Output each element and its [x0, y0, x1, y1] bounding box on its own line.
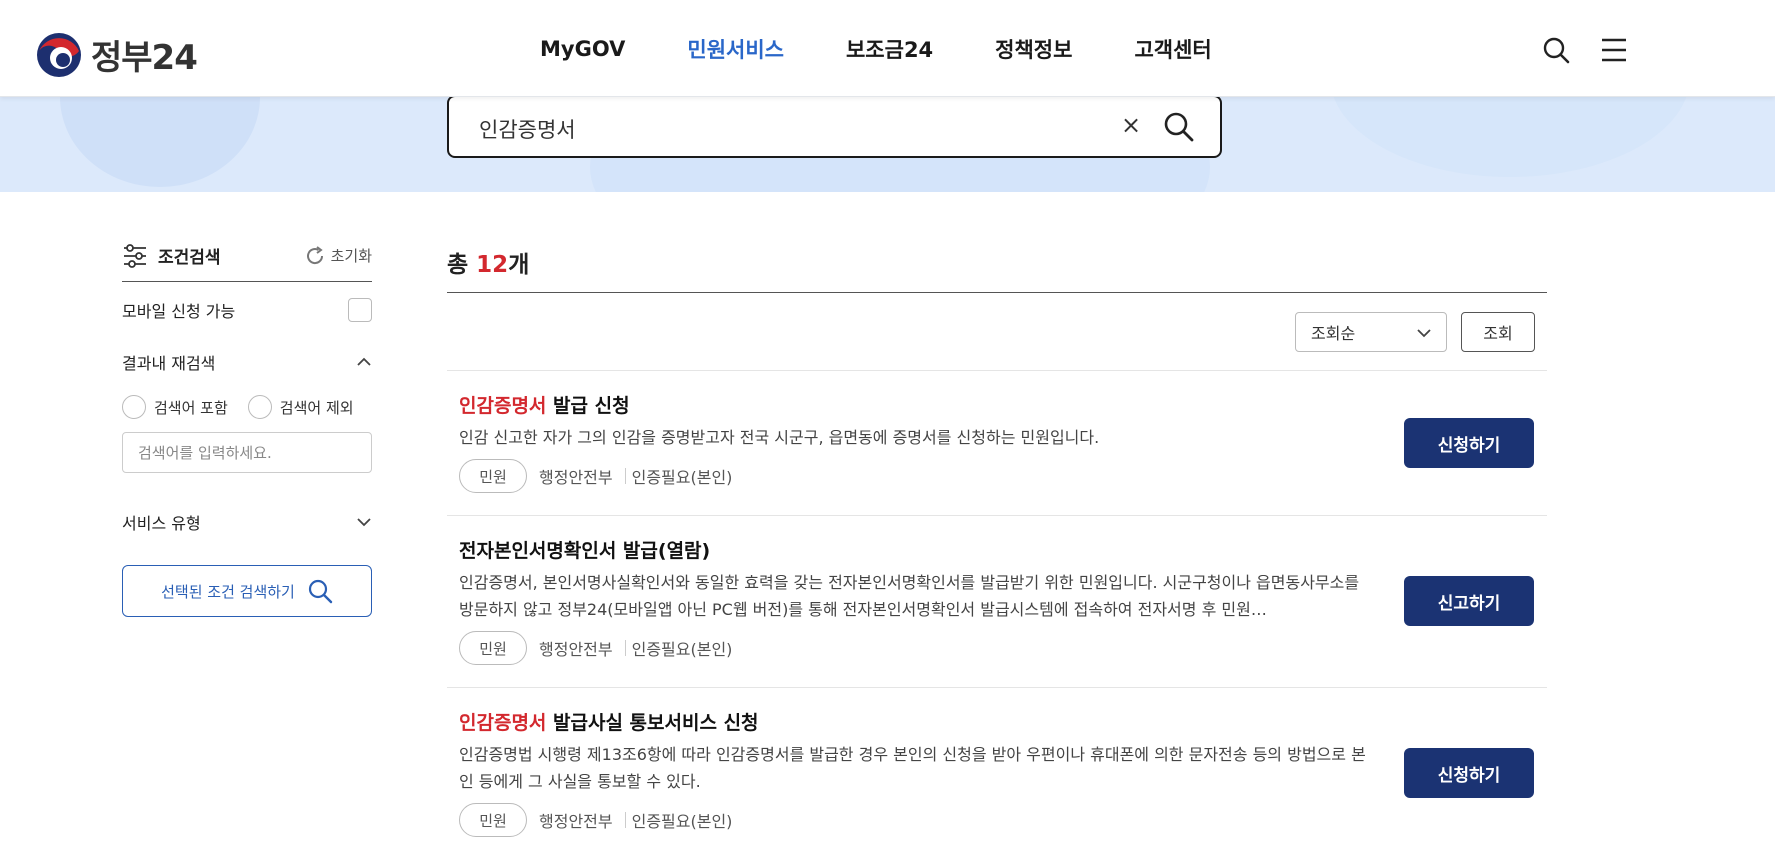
- sliders-icon: [124, 243, 146, 268]
- result-title-highlight: 인감증명서: [459, 712, 547, 734]
- nav-item-support[interactable]: 고객센터: [1134, 34, 1211, 64]
- result-tag: 민원: [459, 631, 527, 665]
- result-agency: 행정안전부: [539, 468, 613, 487]
- filter-title-label: 조건검색: [158, 248, 221, 268]
- nav-item-policy[interactable]: 정책정보: [995, 34, 1072, 64]
- radio-exclude-circle: [247, 395, 272, 419]
- result-title-rest: 전자본인서명확인서 발급(열람): [459, 540, 711, 562]
- result-agency: 행정안전부: [539, 640, 613, 659]
- refine-radio-group: 검색어 포함 검색어 제외: [122, 387, 372, 427]
- radio-include-label: 검색어 포함: [154, 398, 228, 417]
- result-description: 인감증명서, 본인서명사실확인서와 동일한 효력을 갖는 전자본인서명확인서를 …: [459, 573, 1360, 619]
- chevron-down-icon: [357, 518, 371, 527]
- result-tag: 민원: [459, 459, 527, 493]
- result-tag: 민원: [459, 803, 527, 837]
- banner-decoration: [1330, 97, 1690, 177]
- results-toolbar: 조회순 조회: [447, 293, 1547, 371]
- result-item: 인감증명서 발급사실 통보서비스 신청 인감증명법 시행령 제13조6항에 따라…: [447, 688, 1547, 848]
- search-submit-icon[interactable]: [1163, 111, 1195, 143]
- chevron-down-icon: [1417, 329, 1431, 338]
- search-box: 인감증명서 ×: [447, 95, 1222, 158]
- site-header: 정부24 MyGOV 민원서비스 보조금24 정책정보 고객센터: [0, 0, 1775, 97]
- sort-selected-value: 조회순: [1311, 324, 1356, 343]
- condition-search-label: 선택된 조건 검색하기: [161, 582, 295, 601]
- mobile-filter-row: 모바일 신청 가능: [122, 282, 372, 337]
- result-auth: 인증필요(본인): [631, 640, 733, 659]
- result-title-highlight: 인감증명서: [459, 395, 547, 417]
- reset-button[interactable]: 초기화: [304, 245, 372, 267]
- condition-search-button[interactable]: 선택된 조건 검색하기: [122, 565, 372, 617]
- result-title[interactable]: 전자본인서명확인서 발급(열람): [459, 536, 1535, 563]
- result-title-rest: 발급사실 통보서비스 신청: [546, 712, 759, 734]
- results-area: 총 12개 조회순 조회 인감증명서 발급 신청 인감 신고한 자가 그의 인감…: [447, 240, 1547, 848]
- reset-label: 초기화: [330, 247, 372, 265]
- search-icon: [308, 579, 333, 604]
- apply-button[interactable]: 신청하기: [1404, 748, 1534, 798]
- result-auth: 인증필요(본인): [631, 468, 733, 487]
- result-auth: 인증필요(본인): [631, 812, 733, 831]
- refine-search-label: 결과내 재검색: [122, 354, 216, 373]
- meta-divider: [624, 640, 626, 656]
- total-count: 12: [476, 252, 509, 278]
- main-nav: MyGOV 민원서비스 보조금24 정책정보 고객센터: [540, 0, 1274, 97]
- header-icons: [1542, 36, 1628, 64]
- mobile-filter-label: 모바일 신청 가능: [122, 301, 236, 321]
- filter-header: 조건검색 초기화: [122, 242, 372, 282]
- service-type-toggle[interactable]: 서비스 유형: [122, 497, 372, 547]
- site-logo[interactable]: 정부24: [35, 30, 198, 79]
- radio-include-circle: [122, 395, 146, 419]
- clear-search-button[interactable]: ×: [1121, 111, 1141, 139]
- result-meta: 민원 행정안전부 인증필요(본인): [459, 459, 1535, 493]
- refresh-icon: [306, 245, 323, 264]
- filter-title: 조건검색: [122, 243, 221, 268]
- result-meta: 민원 행정안전부 인증필요(본인): [459, 803, 1535, 837]
- service-type-label: 서비스 유형: [122, 514, 201, 533]
- result-total: 총 12개: [447, 240, 1547, 293]
- search-icon[interactable]: [1542, 36, 1570, 64]
- result-description: 인감증명법 시행령 제13조6항에 따라 인감증명서를 발급한 경우 본인의 신…: [459, 745, 1366, 791]
- result-item: 인감증명서 발급 신청 인감 신고한 자가 그의 인감을 증명받고자 전국 시군…: [447, 371, 1547, 516]
- radio-exclude[interactable]: 검색어 제외: [247, 395, 354, 419]
- meta-divider: [624, 812, 626, 828]
- result-title[interactable]: 인감증명서 발급 신청: [459, 391, 1535, 418]
- result-title[interactable]: 인감증명서 발급사실 통보서비스 신청: [459, 708, 1535, 735]
- result-item: 전자본인서명확인서 발급(열람) 인감증명서, 본인서명사실확인서와 동일한 효…: [447, 516, 1547, 688]
- refine-search-input[interactable]: 검색어를 입력하세요.: [122, 432, 372, 473]
- meta-divider: [624, 468, 626, 484]
- sort-select[interactable]: 조회순: [1295, 312, 1447, 352]
- filter-sidebar: 조건검색 초기화 모바일 신청 가능 결과내 재검색 검색어 포함 검색어 제외…: [122, 242, 372, 617]
- apply-button[interactable]: 신청하기: [1404, 418, 1534, 468]
- logo-text: 정부24: [91, 38, 198, 78]
- radio-include[interactable]: 검색어 포함: [122, 395, 228, 419]
- view-button[interactable]: 조회: [1461, 312, 1535, 352]
- result-meta: 민원 행정안전부 인증필요(본인): [459, 631, 1535, 665]
- banner-decoration: [60, 97, 260, 187]
- total-prefix: 총: [447, 252, 477, 278]
- result-agency: 행정안전부: [539, 812, 613, 831]
- chevron-up-icon: [357, 357, 371, 366]
- total-suffix: 개: [508, 252, 530, 278]
- result-description: 인감 신고한 자가 그의 인감을 증명받고자 전국 시군구, 읍면동에 증명서를…: [459, 428, 1100, 447]
- radio-exclude-label: 검색어 제외: [279, 398, 354, 417]
- nav-item-subsidy[interactable]: 보조금24: [846, 34, 933, 64]
- result-title-rest: 발급 신청: [546, 395, 630, 417]
- nav-item-mygov[interactable]: MyGOV: [540, 37, 625, 61]
- mobile-filter-checkbox[interactable]: [348, 297, 372, 322]
- report-button[interactable]: 신고하기: [1404, 576, 1534, 626]
- menu-icon[interactable]: [1600, 37, 1628, 63]
- search-input[interactable]: 인감증명서: [479, 114, 576, 144]
- taegeuk-logo-icon: [37, 32, 81, 77]
- nav-item-civil-service[interactable]: 민원서비스: [687, 34, 784, 64]
- refine-search-toggle[interactable]: 결과내 재검색: [122, 337, 372, 387]
